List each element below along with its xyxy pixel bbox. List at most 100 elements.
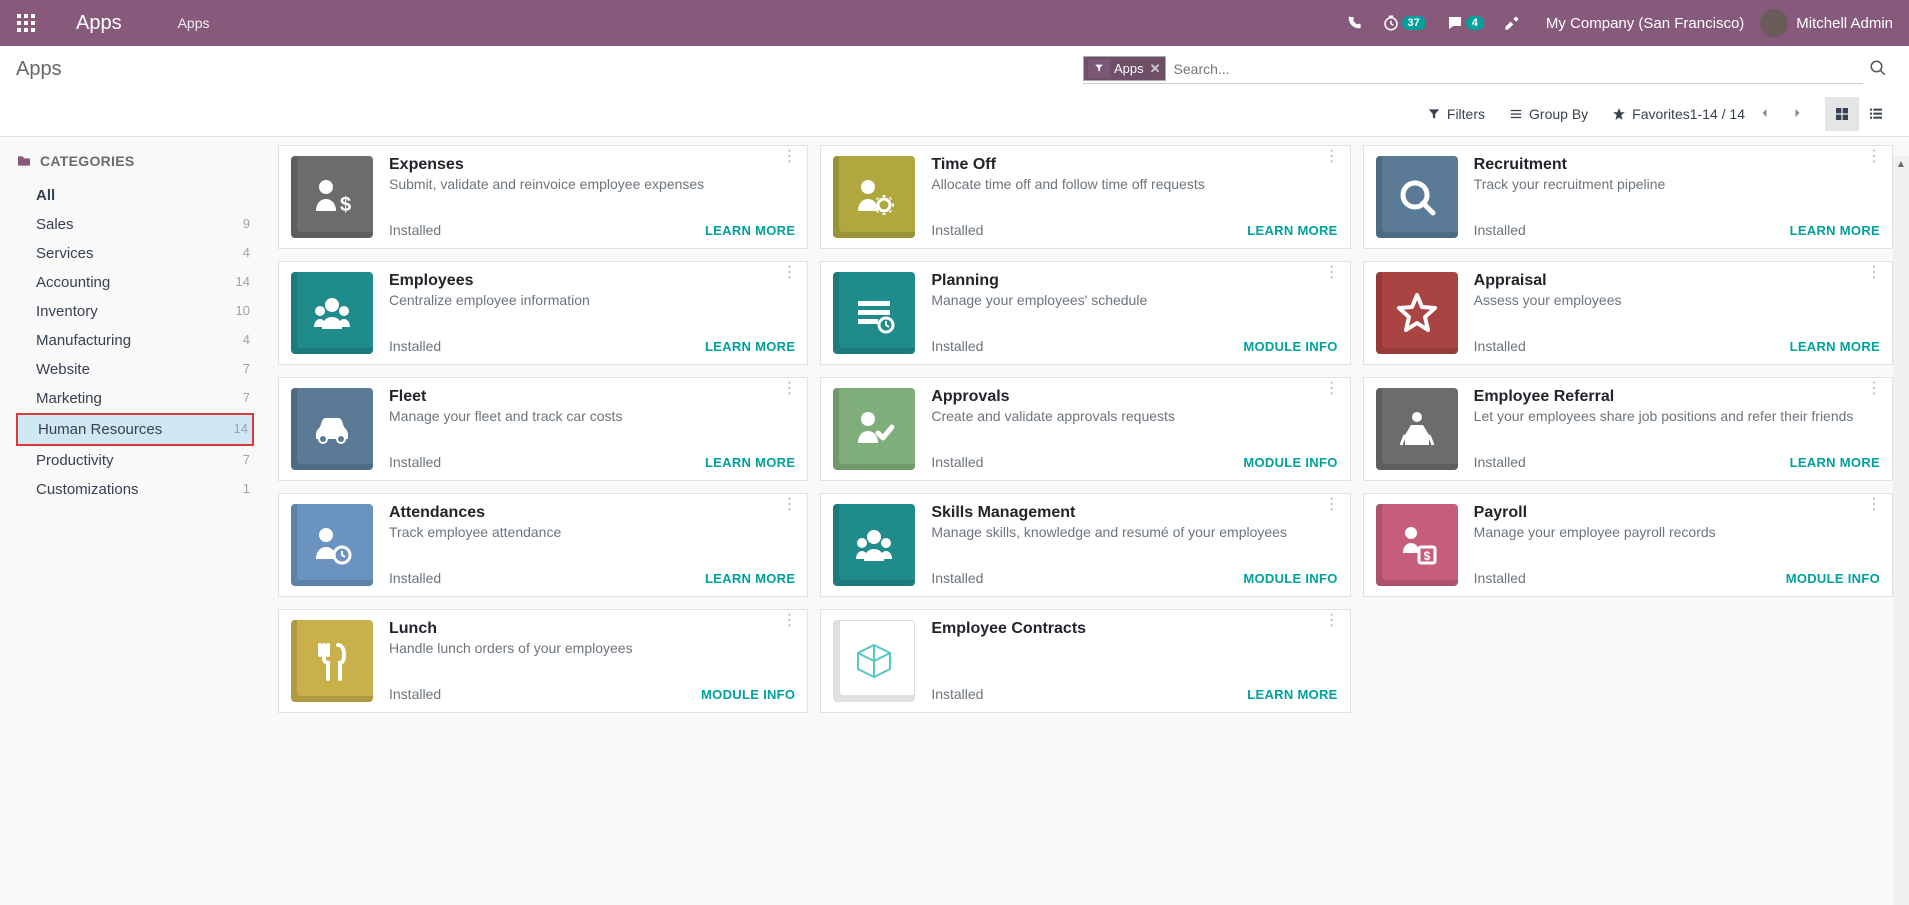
card-action-link[interactable]: LEARN MORE	[705, 455, 795, 470]
sidebar-item-all[interactable]: All	[16, 181, 254, 210]
pager-text[interactable]: 1-14 / 14	[1690, 106, 1745, 122]
app-icon	[833, 620, 915, 702]
sidebar-item-count: 14	[236, 274, 250, 291]
card-description: Manage your fleet and track car costs	[389, 408, 795, 426]
groupby-button[interactable]: Group By	[1509, 106, 1588, 122]
pager-next-button[interactable]	[1785, 101, 1809, 128]
sidebar-item-manufacturing[interactable]: Manufacturing4	[16, 326, 254, 355]
app-card-employees[interactable]: EmployeesCentralize employee information…	[278, 261, 808, 365]
card-action-link[interactable]: MODULE INFO	[1243, 571, 1337, 586]
app-card-recruitment[interactable]: RecruitmentTrack your recruitment pipeli…	[1363, 145, 1893, 249]
sidebar-item-label: All	[36, 187, 55, 204]
pager-prev-button[interactable]	[1753, 101, 1777, 128]
sidebar-item-inventory[interactable]: Inventory10	[16, 297, 254, 326]
chat-icon[interactable]: 4	[1446, 14, 1484, 32]
tools-icon[interactable]	[1504, 15, 1520, 31]
sidebar-item-marketing[interactable]: Marketing7	[16, 384, 254, 413]
card-menu-icon[interactable]: ⋮	[781, 502, 797, 508]
app-card-employee-contracts[interactable]: Employee ContractsInstalledLEARN MORE⋮	[820, 609, 1350, 713]
card-title: Employee Referral	[1474, 388, 1880, 406]
timer-icon[interactable]: 37	[1382, 14, 1426, 32]
nav-menu-apps[interactable]: Apps	[178, 15, 210, 31]
sidebar-item-services[interactable]: Services4	[16, 239, 254, 268]
card-description: Manage skills, knowledge and resumé of y…	[931, 524, 1337, 542]
card-menu-icon[interactable]: ⋮	[781, 270, 797, 276]
card-menu-icon[interactable]: ⋮	[1324, 386, 1340, 392]
app-card-attendances[interactable]: AttendancesTrack employee attendanceInst…	[278, 493, 808, 597]
apps-menu-icon[interactable]	[16, 13, 36, 33]
app-card-planning[interactable]: PlanningManage your employees' scheduleI…	[820, 261, 1350, 365]
chevron-up-icon[interactable]: ▲	[1893, 156, 1909, 172]
card-menu-icon[interactable]: ⋮	[781, 154, 797, 160]
sidebar-item-count: 14	[234, 421, 248, 438]
sidebar-item-human-resources[interactable]: Human Resources 14	[16, 413, 254, 446]
favorites-button[interactable]: Favorites	[1612, 106, 1690, 122]
kanban-view-button[interactable]	[1825, 97, 1859, 131]
app-icon	[833, 272, 915, 354]
app-card-fleet[interactable]: FleetManage your fleet and track car cos…	[278, 377, 808, 481]
search-facet[interactable]: Apps ✕	[1083, 56, 1166, 81]
sidebar-item-accounting[interactable]: Accounting14	[16, 268, 254, 297]
search-input[interactable]	[1166, 55, 1863, 83]
card-action-link[interactable]: MODULE INFO	[1786, 571, 1880, 586]
sidebar-item-label: Services	[36, 245, 94, 262]
card-menu-icon[interactable]: ⋮	[1324, 270, 1340, 276]
sidebar-item-label: Marketing	[36, 390, 102, 407]
card-action-link[interactable]: MODULE INFO	[701, 687, 795, 702]
card-action-link[interactable]: LEARN MORE	[705, 339, 795, 354]
app-icon	[833, 504, 915, 586]
card-menu-icon[interactable]: ⋮	[781, 618, 797, 624]
sidebar-item-label: Human Resources	[38, 421, 162, 438]
filters-button[interactable]: Filters	[1427, 106, 1485, 122]
search-button[interactable]	[1863, 53, 1893, 86]
card-action-link[interactable]: LEARN MORE	[1790, 339, 1880, 354]
app-brand[interactable]: Apps	[76, 12, 122, 35]
card-action-link[interactable]: LEARN MORE	[1790, 455, 1880, 470]
card-action-link[interactable]: MODULE INFO	[1243, 455, 1337, 470]
card-action-link[interactable]: LEARN MORE	[1247, 223, 1337, 238]
chat-badge: 4	[1466, 16, 1484, 30]
card-description: Handle lunch orders of your employees	[389, 640, 795, 658]
card-menu-icon[interactable]: ⋮	[1866, 270, 1882, 276]
scrollbar[interactable]: ▲	[1893, 156, 1909, 905]
sidebar-item-website[interactable]: Website7	[16, 355, 254, 384]
card-menu-icon[interactable]: ⋮	[1324, 502, 1340, 508]
card-title: Appraisal	[1474, 272, 1880, 290]
user-name: Mitchell Admin	[1796, 15, 1893, 32]
app-card-time-off[interactable]: Time OffAllocate time off and follow tim…	[820, 145, 1350, 249]
card-status: Installed	[931, 686, 983, 702]
card-menu-icon[interactable]: ⋮	[781, 386, 797, 392]
categories-list: All Sales9Services4Accounting14Inventory1…	[16, 181, 254, 504]
sidebar-item-label: Manufacturing	[36, 332, 131, 349]
app-card-payroll[interactable]: PayrollManage your employee payroll reco…	[1363, 493, 1893, 597]
card-menu-icon[interactable]: ⋮	[1866, 502, 1882, 508]
app-card-expenses[interactable]: ExpensesSubmit, validate and reinvoice e…	[278, 145, 808, 249]
card-menu-icon[interactable]: ⋮	[1324, 618, 1340, 624]
phone-icon[interactable]	[1346, 15, 1362, 31]
card-action-link[interactable]: LEARN MORE	[705, 571, 795, 586]
card-menu-icon[interactable]: ⋮	[1324, 154, 1340, 160]
close-icon[interactable]: ✕	[1150, 61, 1161, 77]
sidebar-item-customizations[interactable]: Customizations1	[16, 475, 254, 504]
sidebar-item-sales[interactable]: Sales9	[16, 210, 254, 239]
list-view-button[interactable]	[1859, 97, 1893, 131]
app-card-skills-management[interactable]: Skills ManagementManage skills, knowledg…	[820, 493, 1350, 597]
app-card-approvals[interactable]: ApprovalsCreate and validate approvals r…	[820, 377, 1350, 481]
app-card-lunch[interactable]: LunchHandle lunch orders of your employe…	[278, 609, 808, 713]
card-action-link[interactable]: MODULE INFO	[1243, 339, 1337, 354]
company-selector[interactable]: My Company (San Francisco)	[1546, 15, 1744, 32]
app-card-employee-referral[interactable]: Employee ReferralLet your employees shar…	[1363, 377, 1893, 481]
card-title: Payroll	[1474, 504, 1880, 522]
app-card-appraisal[interactable]: AppraisalAssess your employeesInstalledL…	[1363, 261, 1893, 365]
app-icon	[291, 156, 373, 238]
card-menu-icon[interactable]: ⋮	[1866, 154, 1882, 160]
card-action-link[interactable]: LEARN MORE	[705, 223, 795, 238]
sidebar-item-count: 7	[243, 452, 250, 469]
user-menu[interactable]: Mitchell Admin	[1760, 9, 1893, 37]
card-action-link[interactable]: LEARN MORE	[1790, 223, 1880, 238]
app-icon	[291, 620, 373, 702]
card-action-link[interactable]: LEARN MORE	[1247, 687, 1337, 702]
card-menu-icon[interactable]: ⋮	[1866, 386, 1882, 392]
sidebar-item-productivity[interactable]: Productivity7	[16, 446, 254, 475]
app-icon	[291, 504, 373, 586]
